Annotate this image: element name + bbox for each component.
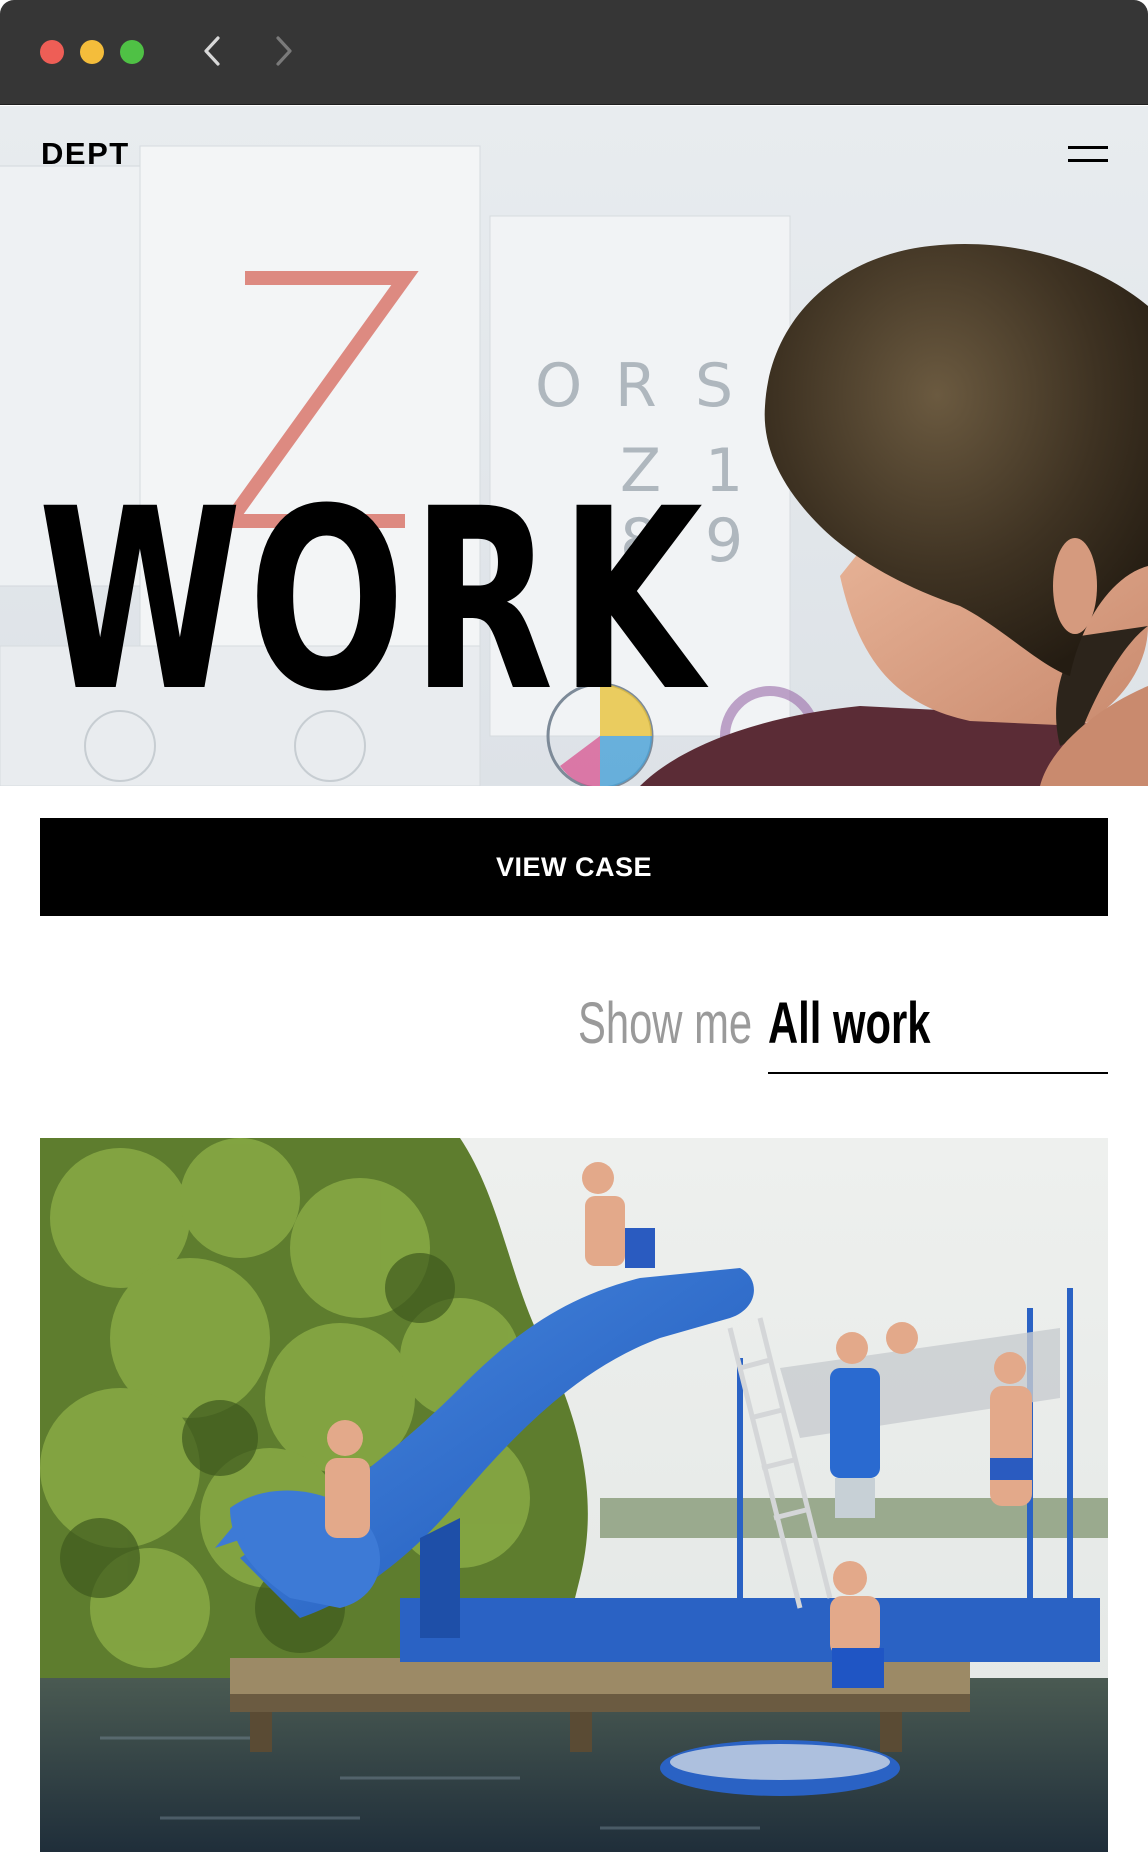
svg-text:1: 1 <box>705 436 743 506</box>
maximize-window-button[interactable] <box>120 40 144 64</box>
chevron-right-icon[interactable] <box>268 32 298 70</box>
browser-titlebar <box>0 0 1148 105</box>
filter-selected-value: All work <box>768 991 931 1056</box>
close-window-button[interactable] <box>40 40 64 64</box>
hero-section: O R S Z 1 8 9 DEPT WORK <box>0 106 1148 786</box>
browser-window: O R S Z 1 8 9 DEPT WORK VIEW CASE Show m… <box>0 0 1148 1852</box>
work-filter-select[interactable]: All work <box>768 990 1108 1074</box>
hamburger-menu-icon[interactable] <box>1064 140 1108 164</box>
menu-bar-bottom <box>1068 159 1108 162</box>
chevron-left-icon[interactable] <box>198 32 228 70</box>
menu-bar-top <box>1068 146 1108 149</box>
svg-text:S: S <box>695 351 733 421</box>
minimize-window-button[interactable] <box>80 40 104 64</box>
filter-label: Show me <box>578 991 753 1056</box>
svg-text:R: R <box>615 351 657 421</box>
case-card-image[interactable] <box>40 1138 1108 1852</box>
dept-logo[interactable]: DEPT <box>41 136 130 172</box>
view-case-button[interactable]: VIEW CASE <box>40 818 1108 916</box>
svg-text:9: 9 <box>705 506 743 576</box>
page-title: WORK <box>38 455 709 746</box>
svg-text:O: O <box>535 351 582 421</box>
case-photo <box>40 1138 1108 1852</box>
